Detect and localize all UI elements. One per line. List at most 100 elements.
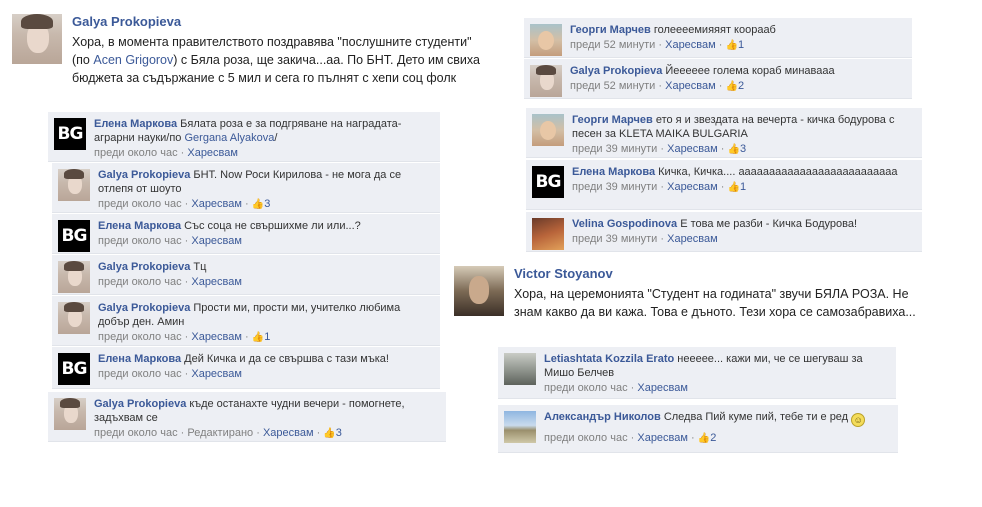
comment: Galya Prokopieva БНТ. Now Роси Кирилова … [52,163,440,213]
avatar[interactable] [530,65,562,97]
avatar[interactable] [58,261,90,293]
thumbs-up-icon: 👍 [251,199,265,210]
like-count[interactable]: 1 [740,181,746,193]
post-victor: Victor Stoyanov Хора, на церемонията "Ст… [454,266,924,321]
like-button[interactable]: Харесвам [665,80,716,92]
like-button[interactable]: Харесвам [191,235,242,247]
comment-author[interactable]: Елена Маркова [572,166,655,178]
mention-link[interactable]: Acen Grigorov [93,53,173,67]
comment-author[interactable]: Galya Prokopieva [98,261,190,273]
like-button[interactable]: Харесвам [191,198,242,210]
like-button[interactable]: Харесвам [665,39,716,51]
avatar[interactable] [54,398,86,430]
edited-label[interactable]: Редактирано [187,427,253,439]
like-button[interactable]: Харесвам [191,368,242,380]
post-text: Хора, на церемонията "Студент на годинат… [514,287,916,319]
comment-time[interactable]: преди около час [98,331,182,343]
comment-text: Е това ме разби - Кичка Бодурова! [680,218,858,230]
like-count[interactable]: 3 [740,143,746,155]
avatar[interactable] [504,411,536,443]
comment-text: голеееемияяят коорааб [653,24,776,36]
avatar[interactable] [532,218,564,250]
comment-time[interactable]: преди 52 минути [570,39,655,51]
comment-author[interactable]: Георги Марчев [570,24,651,36]
comment-text: Дей Кичка и да се свършва с тази мъка! [184,353,389,365]
avatar[interactable] [532,114,564,146]
avatar[interactable] [530,24,562,56]
like-count[interactable]: 3 [336,427,342,439]
like-count[interactable]: 1 [738,39,744,51]
like-button[interactable]: Харесвам [667,233,718,245]
avatar[interactable]: BG [58,220,90,252]
comment-author[interactable]: Galya Prokopieva [570,65,662,77]
avatar[interactable] [58,169,90,201]
like-button[interactable]: Харесвам [191,276,242,288]
like-count[interactable]: 2 [738,80,744,92]
avatar[interactable]: BG [54,118,86,150]
like-count[interactable]: 1 [264,331,270,343]
comment-author[interactable]: Елена Маркова [94,118,177,130]
like-button[interactable]: Харесвам [667,181,718,193]
comment: BG Елена Маркова Кичка, Кичка.... аааааа… [526,160,922,210]
avatar[interactable]: BG [532,166,564,198]
post-author[interactable]: Galya Prokopieva [72,14,492,30]
comment-time[interactable]: преди около час [544,382,628,394]
comment-author[interactable]: Елена Маркова [98,220,181,232]
like-button[interactable]: Харесвам [637,432,688,444]
avatar[interactable]: BG [58,353,90,385]
thumbs-up-icon: 👍 [727,144,740,155]
comment-time[interactable]: преди 39 минути [572,143,657,155]
smiley-icon: ☺ [851,413,866,427]
thumbs-up-icon: 👍 [251,332,265,343]
comment-text: Кичка, Кичка.... ааааааааааааааааааааааа… [658,166,898,178]
thumbs-up-icon: 👍 [323,428,336,439]
comment-time[interactable]: преди около час [544,432,628,444]
comment-text: Със соца не свършихме ли или...? [184,220,361,232]
comment: Георги Марчев голеееемияяят коорааб пред… [524,18,912,58]
comment-author[interactable]: Елена Маркова [98,353,181,365]
like-button[interactable]: Харесвам [263,427,314,439]
comment: Георги Марчев ето я и звездата на вечерт… [526,108,922,158]
comment-time[interactable]: преди 52 минути [570,80,655,92]
avatar[interactable] [454,266,504,316]
like-button[interactable]: Харесвам [637,382,688,394]
comment-time[interactable]: преди около час [98,198,182,210]
like-count[interactable]: 2 [710,432,716,444]
comment-time[interactable]: преди около час [98,368,182,380]
comment-author[interactable]: Velina Gospodinova [572,218,677,230]
avatar[interactable] [12,14,62,64]
avatar[interactable] [504,353,536,385]
comment-author[interactable]: Letiashtata Kozzila Erato [544,353,674,365]
comment-time[interactable]: преди около час [98,235,182,247]
comment: Velina Gospodinova Е това ме разби - Кич… [526,212,922,252]
comment-author[interactable]: Galya Prokopieva [94,398,186,410]
comment-author[interactable]: Александър Николов [544,411,661,423]
comment-time[interactable]: преди около час [94,147,178,159]
comment-time[interactable]: преди 39 минути [572,233,657,245]
post-galya: Galya Prokopieva Хора, в момента правите… [12,14,492,87]
comment-time[interactable]: преди около час [94,427,178,439]
like-button[interactable]: Харесвам [187,147,238,159]
comment-time[interactable]: преди 39 минути [572,181,657,193]
comment-author[interactable]: Георги Марчев [572,114,653,126]
comment: BG Елена Маркова Бялата роза е за подгря… [48,112,440,162]
mention-link[interactable]: Gergana Alyakova [184,132,274,144]
thumbs-up-icon: 👍 [725,81,738,92]
post-author[interactable]: Victor Stoyanov [514,266,924,282]
post-text: Хора, в момента правителството поздравяв… [72,35,480,85]
avatar[interactable] [58,302,90,334]
comment: Letiashtata Kozzila Erato неееее... кажи… [498,347,896,399]
like-button[interactable]: Харесвам [191,331,242,343]
comment-text: Йееееее голема кораб минавааа [665,65,835,77]
comment-time[interactable]: преди около час [98,276,182,288]
thumbs-up-icon: 👍 [727,182,740,193]
comment-author[interactable]: Galya Prokopieva [98,302,190,314]
comment-author[interactable]: Galya Prokopieva [98,169,190,181]
thumbs-up-icon: 👍 [697,433,711,444]
comment: Александър Николов Следва Пий куме пий, … [498,405,898,453]
like-count[interactable]: 3 [264,198,270,210]
comment-text: Следва Пий куме пий, тебе ти е ред [663,411,849,423]
comment: Galya Prokopieva Йееееее голема кораб ми… [524,59,912,99]
like-button[interactable]: Харесвам [667,143,718,155]
thumbs-up-icon: 👍 [725,40,738,51]
